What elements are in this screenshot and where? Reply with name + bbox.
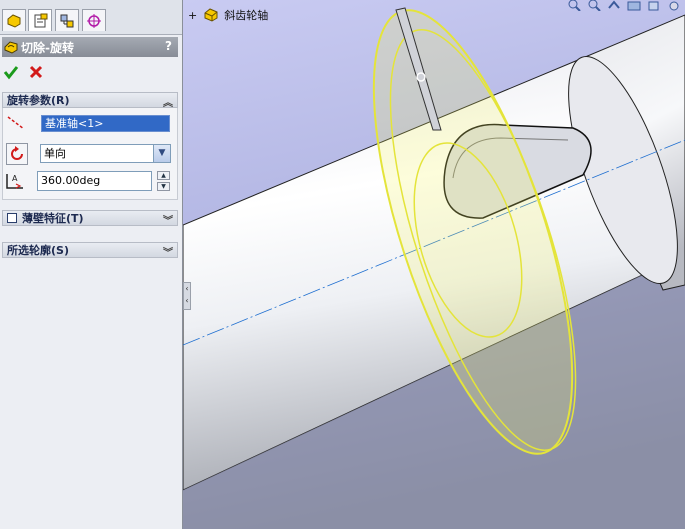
section-view-icon[interactable] [627, 0, 641, 11]
feature-title-bar: 切除-旋转 ? [2, 37, 178, 57]
angle-input[interactable]: 360.00deg [37, 171, 152, 191]
graphics-viewport[interactable] [183, 0, 685, 529]
reverse-direction-button[interactable] [6, 143, 28, 165]
view-toolbar [567, 0, 685, 11]
zoom-to-fit-icon[interactable] [567, 0, 581, 11]
ok-check-icon[interactable] [3, 64, 19, 80]
expand-toggle[interactable]: + [188, 9, 197, 22]
configuration-icon [60, 14, 74, 27]
rotation-params-title: 旋转参数(R) [7, 94, 70, 107]
property-manager-panel: 切除-旋转 ? 旋转参数(R) ︽ 基准轴<1> 单向 ▼ A 360.00de… [0, 0, 183, 529]
angle-icon: A [6, 174, 23, 189]
property-manager-tab[interactable] [28, 9, 52, 31]
part-icon [204, 8, 218, 22]
spin-down-icon[interactable]: ▼ [157, 182, 170, 191]
revolve-type-value: 单向 [44, 147, 66, 160]
manager-tabs [0, 0, 182, 35]
feature-manager-tab[interactable] [2, 9, 26, 31]
display-style-icon[interactable] [667, 0, 681, 11]
angle-spinner[interactable]: ▲ ▼ [157, 171, 170, 191]
feature-tree-root[interactable]: + 斜齿轮轴 [188, 7, 268, 23]
thin-feature-title: 薄壁特征(T) [22, 212, 84, 225]
dim-xpert-tab[interactable] [82, 9, 106, 31]
model-scene[interactable] [183, 0, 685, 529]
chevron-down-icon[interactable]: ▼ [153, 145, 170, 162]
rotation-params-header[interactable]: 旋转参数(R) ︽ [2, 92, 178, 109]
expand-chevron-icon[interactable]: ︾ [163, 212, 173, 227]
feature-tree-icon [7, 13, 21, 28]
expand-chevron-icon[interactable]: ︾ [163, 244, 173, 259]
thin-feature-header[interactable]: 薄壁特征(T) ︾ [2, 210, 178, 227]
collapse-chevron-icon[interactable]: ︽ [163, 94, 173, 109]
revolve-cut-icon [4, 41, 18, 54]
selected-contours-title: 所选轮廓(S) [7, 244, 69, 257]
axis-selection-field[interactable]: 基准轴<1> [41, 115, 170, 132]
help-button[interactable]: ? [165, 39, 172, 53]
revolve-type-select[interactable]: 单向 ▼ [40, 144, 171, 163]
svg-text:A: A [12, 174, 18, 183]
reverse-direction-icon [11, 146, 23, 160]
previous-view-icon[interactable] [607, 0, 621, 11]
property-icon [34, 13, 48, 27]
feature-title: 切除-旋转 [21, 40, 74, 55]
axis-of-revolution-icon [7, 116, 25, 130]
thin-feature-checkbox[interactable] [7, 213, 17, 223]
spin-up-icon[interactable]: ▲ [157, 171, 170, 180]
crosshair-target-icon [87, 13, 101, 28]
panel-collapse-handle[interactable]: ‹ ‹ [183, 282, 191, 310]
configuration-manager-tab[interactable] [55, 9, 79, 31]
part-name: 斜齿轮轴 [224, 9, 269, 22]
zoom-area-icon[interactable] [587, 0, 601, 11]
cancel-x-icon[interactable] [28, 64, 44, 80]
view-orientation-icon[interactable] [647, 0, 661, 11]
selected-contours-header[interactable]: 所选轮廓(S) ︾ [2, 242, 178, 259]
